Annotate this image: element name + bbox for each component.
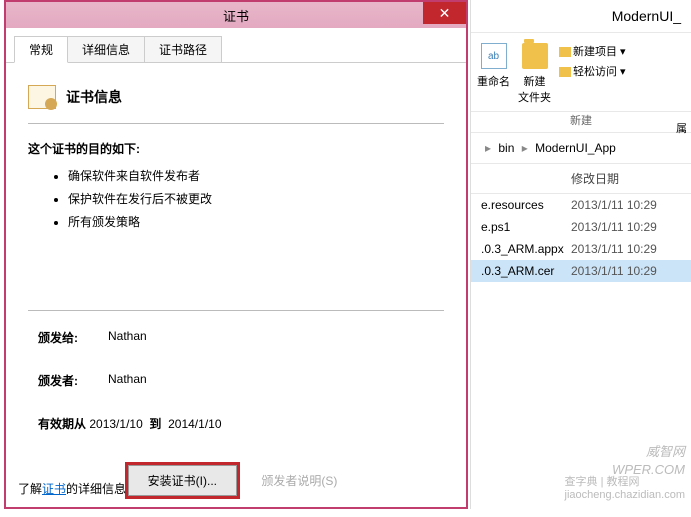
purpose-item: 所有颁发策略 — [68, 213, 444, 230]
issued-by-row: 颁发者: Nathan — [28, 372, 444, 389]
file-row[interactable]: .0.3_ARM.cer 2013/1/11 10:29 — [471, 260, 691, 282]
dialog-title: 证书 — [223, 6, 249, 25]
install-cert-button[interactable]: 安装证书(I)... — [125, 462, 240, 499]
breadcrumb-item[interactable]: ModernUI_App — [535, 141, 616, 155]
watermark-secondary: 查字典 | 教程网 jiaocheng.chazidian.com — [565, 473, 685, 501]
issued-to-value: Nathan — [108, 329, 147, 346]
col-date[interactable]: 修改日期 — [571, 170, 681, 187]
valid-to-label: 到 — [149, 417, 161, 431]
mini-folder-icon — [559, 47, 571, 57]
mini-folder-icon — [559, 67, 571, 77]
tab-general[interactable]: 常规 — [14, 36, 68, 63]
col-name[interactable] — [481, 170, 571, 187]
rename-label: 重命名 — [477, 73, 510, 89]
cert-info-header: 证书信息 — [28, 81, 444, 124]
divider — [28, 310, 444, 311]
ribbon-menu: 新建项目 ▾ 轻松访问 ▾ — [559, 43, 626, 83]
certificate-icon — [28, 85, 56, 109]
learn-more: 了解证书的详细信息 — [18, 480, 126, 497]
valid-to-value: 2014/1/10 — [168, 417, 221, 431]
rename-icon: ab — [481, 43, 507, 69]
ribbon-prop-partial: 属 — [676, 120, 687, 136]
issued-by-label: 颁发者: — [38, 372, 108, 389]
tab-path[interactable]: 证书路径 — [144, 36, 222, 62]
file-row[interactable]: e.ps1 2013/1/11 10:29 — [471, 216, 691, 238]
file-date: 2013/1/11 10:29 — [571, 220, 681, 234]
issued-by-value: Nathan — [108, 372, 147, 389]
file-date: 2013/1/11 10:29 — [571, 264, 681, 278]
titlebar[interactable]: 证书 ✕ — [6, 2, 466, 28]
close-button[interactable]: ✕ — [423, 2, 466, 24]
close-icon: ✕ — [439, 5, 451, 22]
file-row[interactable]: .0.3_ARM.appx 2013/1/11 10:29 — [471, 238, 691, 260]
cert-info-title: 证书信息 — [66, 87, 122, 107]
purpose-list: 确保软件来自软件发布者 保护软件在发行后不被更改 所有颁发策略 — [28, 167, 444, 230]
explorer-window: ModernUI_ ab 重命名 新建 文件夹 新建项目 ▾ 轻松访问 ▾ 新建… — [470, 0, 691, 509]
ribbon-group-caption: 新建 — [471, 112, 691, 133]
file-row[interactable]: e.resources 2013/1/11 10:29 — [471, 194, 691, 216]
issued-to-label: 颁发给: — [38, 329, 108, 346]
breadcrumb-sep-icon: ▸ — [522, 141, 528, 155]
newfolder-label: 新建 文件夹 — [518, 73, 551, 105]
new-item-menu[interactable]: 新建项目 ▾ — [559, 43, 626, 59]
certificate-dialog: 证书 ✕ 常规 详细信息 证书路径 证书信息 这个证书的目的如下: 确保软件来自… — [4, 0, 468, 509]
file-date: 2013/1/11 10:29 — [571, 242, 681, 256]
tab-content: 证书信息 这个证书的目的如下: 确保软件来自软件发布者 保护软件在发行后不被更改… — [6, 63, 466, 517]
file-date: 2013/1/11 10:29 — [571, 198, 681, 212]
issuer-statement-button[interactable]: 颁发者说明(S) — [261, 472, 337, 489]
purpose-item: 保护软件在发行后不被更改 — [68, 190, 444, 207]
file-name: .0.3_ARM.cer — [481, 264, 571, 278]
purpose-item: 确保软件来自软件发布者 — [68, 167, 444, 184]
easy-access-menu[interactable]: 轻松访问 ▾ — [559, 63, 626, 79]
file-name: e.resources — [481, 198, 571, 212]
breadcrumb-sep-icon: ▸ — [485, 141, 491, 155]
breadcrumb[interactable]: ▸ bin ▸ ModernUI_App — [471, 133, 691, 164]
issued-to-row: 颁发给: Nathan — [28, 329, 444, 346]
ribbon-rename-group[interactable]: ab 重命名 — [477, 43, 510, 89]
ribbon: ab 重命名 新建 文件夹 新建项目 ▾ 轻松访问 ▾ — [471, 33, 691, 112]
breadcrumb-item[interactable]: bin — [498, 141, 514, 155]
file-list-header: 修改日期 — [471, 164, 691, 194]
cert-help-link[interactable]: 证书 — [42, 482, 66, 496]
tab-details[interactable]: 详细信息 — [67, 36, 145, 62]
file-name: .0.3_ARM.appx — [481, 242, 571, 256]
validity-row: 有效期从 2013/1/10 到 2014/1/10 — [28, 415, 444, 432]
explorer-title: ModernUI_ — [471, 0, 691, 33]
tabs: 常规 详细信息 证书路径 — [6, 32, 466, 63]
ribbon-newfolder-group[interactable]: 新建 文件夹 — [518, 43, 551, 105]
valid-from-value: 2013/1/10 — [89, 417, 142, 431]
folder-icon — [522, 43, 548, 69]
purpose-heading: 这个证书的目的如下: — [28, 140, 444, 157]
valid-from-label: 有效期从 — [38, 417, 86, 431]
file-name: e.ps1 — [481, 220, 571, 234]
